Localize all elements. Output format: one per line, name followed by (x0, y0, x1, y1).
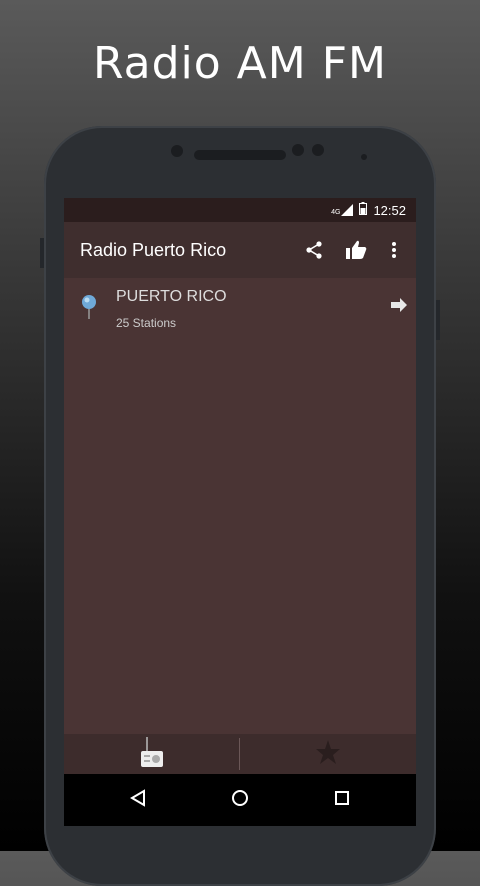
list-item-title: PUERTO RICO (116, 288, 227, 305)
share-icon[interactable] (300, 236, 328, 264)
sensor-left (292, 144, 304, 156)
bottom-tabs (64, 734, 416, 774)
network-label: 4G (331, 209, 341, 216)
promo-title: Radio AM FM (93, 38, 387, 89)
back-icon[interactable] (126, 786, 150, 810)
radio-icon (137, 735, 167, 774)
earpiece-speaker (194, 150, 286, 160)
station-list: PUERTO RICO 25 Stations (64, 278, 416, 734)
status-time: 12:52 (373, 202, 406, 218)
thumbs-up-icon[interactable] (342, 236, 370, 264)
list-item[interactable]: PUERTO RICO 25 Stations (64, 278, 416, 338)
status-bar: 4G 12:52 (64, 198, 416, 222)
signal-icon: 4G (331, 204, 354, 216)
star-icon (315, 739, 341, 770)
notification-led (361, 154, 367, 160)
tab-favorites[interactable] (240, 734, 415, 774)
front-camera (171, 145, 183, 157)
volume-key (40, 238, 44, 268)
app-title: Radio Puerto Rico (80, 240, 227, 260)
recents-icon[interactable] (330, 786, 354, 810)
map-pin-icon (80, 294, 98, 325)
power-key (436, 300, 440, 340)
tab-radio[interactable] (64, 734, 239, 774)
arrow-right-icon[interactable] (390, 298, 408, 317)
app-bar: Radio Puerto Rico (64, 222, 416, 278)
home-icon[interactable] (228, 786, 252, 810)
device-screen: 4G 12:52 Radio Puerto Rico PUERTO RICO 2… (64, 198, 416, 826)
overflow-menu-icon[interactable] (380, 236, 408, 264)
battery-icon (359, 202, 368, 218)
list-item-subtitle: 25 Stations (116, 316, 177, 330)
sensor-right (312, 144, 324, 156)
system-nav-bar (64, 774, 416, 822)
